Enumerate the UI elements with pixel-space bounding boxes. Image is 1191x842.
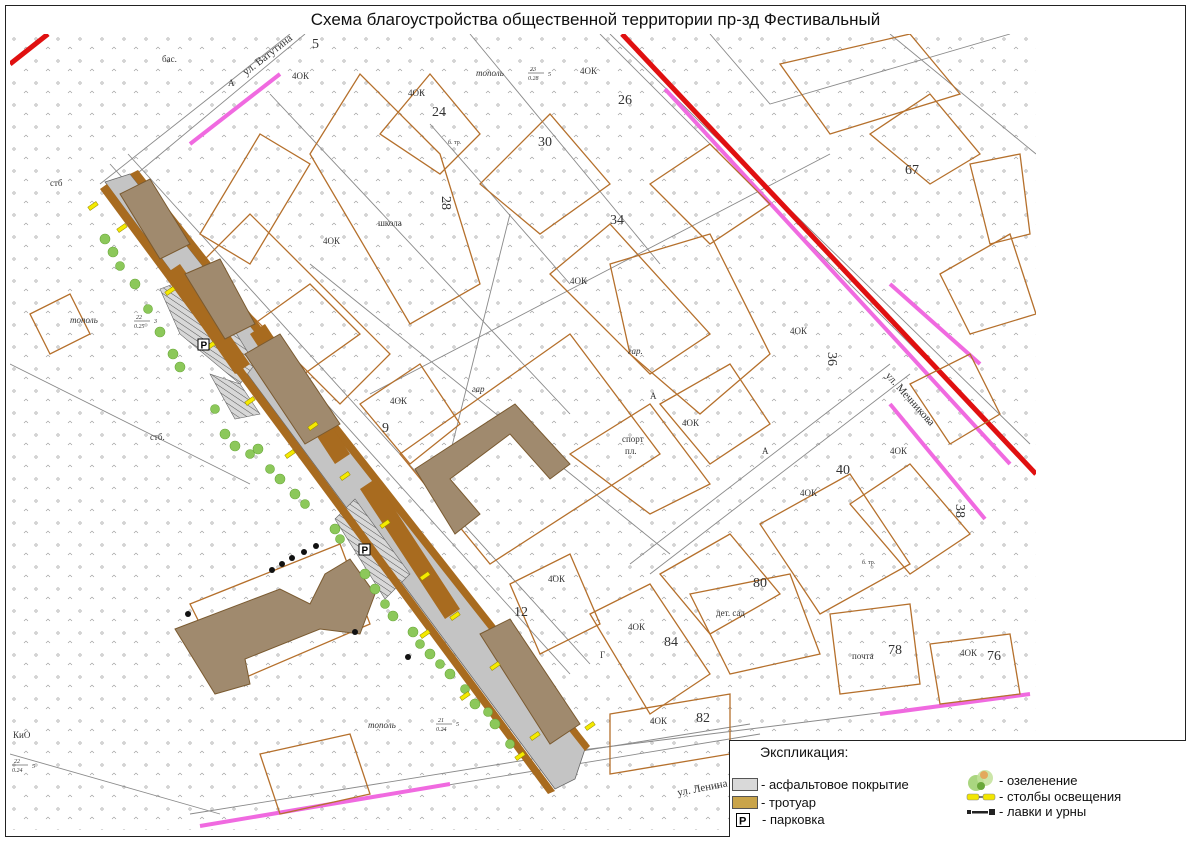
tree-annotation-h: 3: [153, 319, 157, 325]
svg-text:P: P: [362, 546, 369, 557]
label-4ok-2: 4ОК: [580, 66, 598, 76]
tree-annotation-num: 22: [14, 759, 20, 765]
svg-text:P: P: [739, 815, 746, 827]
tree-annotation-h: 5: [456, 722, 459, 728]
lamp-icon: [966, 793, 996, 800]
legend-label-lighting: - столбы освещения: [999, 789, 1122, 804]
tree-annotation-den: 0.25: [134, 324, 145, 330]
house-number-36: 36: [824, 352, 839, 366]
house-number-84: 84: [664, 635, 678, 650]
house-number-82: 82: [696, 711, 710, 726]
legend-item-sidewalk: - тротуар: [732, 795, 816, 810]
tree-annotation-num: 22: [136, 315, 142, 321]
label-4ok-10: 4ОК: [800, 488, 818, 498]
house-number-78: 78: [888, 643, 902, 658]
legend-panel: Экспликация: - асфальтовое покрытие - тр…: [729, 740, 1186, 837]
label-4ok-6: 4ОК: [570, 276, 588, 286]
asphalt-swatch: [732, 778, 758, 791]
legend-item-lighting: - столбы освещения: [966, 789, 1121, 804]
house-number-40: 40: [836, 463, 850, 478]
legend-label-benches: - лавки и урны: [999, 804, 1087, 819]
map-sheet: Схема благоустройства общественной терри…: [0, 0, 1191, 842]
label-sport: спорт: [622, 434, 644, 444]
site-plan-map: P P ул. Ватутина ул. Мечникова ул. Ленин…: [10, 34, 1036, 830]
tree-annotation-den: 0.28: [528, 76, 539, 82]
house-number-12: 12: [514, 605, 528, 620]
house-number-76: 76: [987, 649, 1001, 664]
house-number-80: 80: [753, 576, 767, 591]
label-4ok-11: 4ОК: [548, 574, 566, 584]
label-sport-pl: пл.: [625, 446, 637, 456]
tree-annotation-name: тополь: [476, 68, 504, 78]
label-school: школа: [378, 218, 402, 228]
label-post: почта: [852, 651, 874, 661]
legend-label-greenery: - озеленение: [999, 772, 1078, 788]
label-4ok-9: 4ОК: [890, 446, 908, 456]
label-4ok-12: 4ОК: [628, 622, 646, 632]
label-4ok-5: 4ОК: [390, 396, 408, 406]
label-4ok-3: 4ОК: [292, 71, 310, 81]
label-letter-a-2: А: [650, 391, 657, 401]
house-number-24: 24: [432, 105, 446, 120]
bench-icon: [967, 808, 995, 815]
house-number-9: 9: [382, 421, 389, 436]
label-letter-g: Г: [600, 650, 605, 660]
legend-label-asphalt: - асфальтовое покрытие: [761, 777, 909, 792]
tree-annotation-name: тополь: [368, 720, 396, 730]
legend-item-parking: P - парковка: [736, 812, 825, 827]
house-number-30: 30: [538, 135, 552, 150]
legend-title: Экспликация:: [760, 744, 849, 760]
label-tp-2: б. тр.: [862, 559, 876, 566]
legend-item-benches: - лавки и урны: [966, 804, 1086, 819]
legend-label-sidewalk: - тротуар: [761, 795, 816, 810]
page-title: Схема благоустройства общественной терри…: [310, 10, 881, 29]
legend-item-asphalt: - асфальтовое покрытие: [732, 777, 909, 792]
label-4ok-14: 4ОК: [650, 716, 668, 726]
tree-annotation-num: 21: [438, 718, 444, 724]
label-4ok-7: 4ОК: [682, 418, 700, 428]
label-letter-a-3: А: [762, 446, 769, 456]
label-4ok-1: 4ОК: [408, 88, 426, 98]
tree-annotation-h: 5: [32, 764, 35, 770]
tree-annotation-name: тополь: [70, 315, 98, 325]
label-bas: бас.: [162, 54, 177, 64]
tree-annotation-den: 0.24: [436, 726, 447, 733]
svg-text:P: P: [201, 341, 208, 352]
house-number-38: 38: [952, 504, 967, 518]
label-kindergarten: дет. сад: [716, 608, 745, 618]
label-stb-1: стб.: [150, 432, 165, 442]
label-stb-2: стб: [50, 178, 63, 188]
label-4ok-13: 4ОК: [960, 648, 978, 658]
label-kio: КиО: [13, 730, 31, 740]
parking-icon: P: [736, 812, 750, 827]
house-number-5: 5: [312, 37, 319, 52]
tree-annotation-h: 5: [548, 72, 551, 78]
house-number-67: 67: [905, 163, 919, 178]
house-number-34: 34: [610, 213, 624, 228]
label-4ok-4: 4ОК: [323, 236, 341, 246]
tree-annotation-num: 23: [530, 67, 536, 73]
house-number-26: 26: [618, 93, 632, 108]
legend-label-parking: - парковка: [762, 812, 825, 827]
label-gar: гар: [472, 384, 485, 394]
tree-annotation-den: 0.24: [12, 767, 23, 774]
house-number-28: 28: [438, 196, 453, 210]
label-letter-a-1: А: [228, 78, 235, 88]
label-gar-2: гар.: [628, 346, 643, 356]
label-tp-1: б. тр.: [448, 139, 462, 146]
sidewalk-swatch: [732, 796, 758, 809]
label-4ok-8: 4ОК: [790, 326, 808, 336]
